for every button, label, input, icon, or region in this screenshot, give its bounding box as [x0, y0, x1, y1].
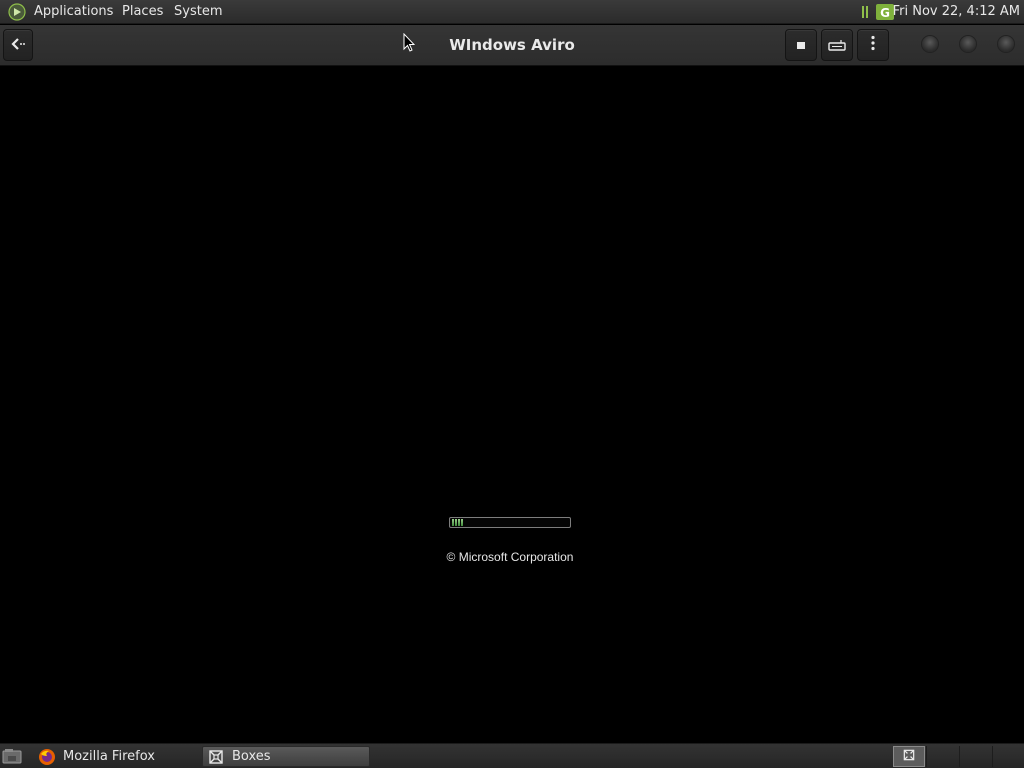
minimize-button[interactable]: [922, 36, 938, 52]
back-button[interactable]: [3, 29, 33, 61]
workspace-4[interactable]: [992, 746, 1024, 767]
copyright-text: © Microsoft Corporation: [446, 550, 574, 564]
maximize-button[interactable]: [960, 36, 976, 52]
panel-clock[interactable]: Fri Nov 22, 4:12 AM: [893, 4, 1020, 19]
workspace-3[interactable]: [959, 746, 991, 767]
show-desktop-icon[interactable]: [2, 747, 22, 765]
applications-menu[interactable]: Applications: [34, 4, 113, 19]
keyboard-icon: [828, 36, 846, 55]
bottom-taskbar: Mozilla Firefox Boxes: [0, 743, 1024, 768]
keyboard-button[interactable]: [821, 29, 853, 61]
update-manager-icon[interactable]: G: [862, 3, 896, 21]
taskbar-item-boxes[interactable]: Boxes: [202, 746, 370, 767]
svg-text:G: G: [880, 6, 890, 20]
places-menu[interactable]: Places: [122, 4, 163, 19]
boot-progress-segment: [452, 519, 454, 526]
boot-progress-segment: [455, 519, 457, 526]
boot-progress-bar: [449, 517, 571, 528]
more-menu-icon: [871, 35, 875, 55]
close-button[interactable]: [998, 36, 1014, 52]
mint-logo-icon[interactable]: [8, 3, 26, 21]
more-menu-button[interactable]: [857, 29, 889, 61]
boxes-icon: [207, 748, 225, 766]
boxes-icon: [902, 748, 916, 766]
taskbar-item-label: Boxes: [232, 749, 271, 764]
system-menu[interactable]: System: [174, 4, 222, 19]
workspace-2[interactable]: [926, 746, 958, 767]
firefox-icon: [38, 748, 56, 766]
workspace-1[interactable]: [893, 746, 925, 767]
vm-display[interactable]: © Microsoft Corporation: [0, 66, 1024, 743]
boot-progress-segment: [458, 519, 460, 526]
stop-icon: [796, 36, 806, 55]
desktop-screen: Applications Places System G Fri Nov 22,…: [0, 0, 1024, 768]
back-arrow-icon: [10, 36, 26, 55]
taskbar-item-firefox[interactable]: Mozilla Firefox: [34, 746, 200, 767]
boxes-header-bar: WIndows Aviro: [0, 25, 1024, 66]
mouse-cursor-icon: [403, 32, 416, 53]
top-panel: Applications Places System G Fri Nov 22,…: [0, 0, 1024, 24]
boot-progress-segment: [461, 519, 463, 526]
stop-button[interactable]: [785, 29, 817, 61]
taskbar-item-label: Mozilla Firefox: [63, 749, 155, 764]
